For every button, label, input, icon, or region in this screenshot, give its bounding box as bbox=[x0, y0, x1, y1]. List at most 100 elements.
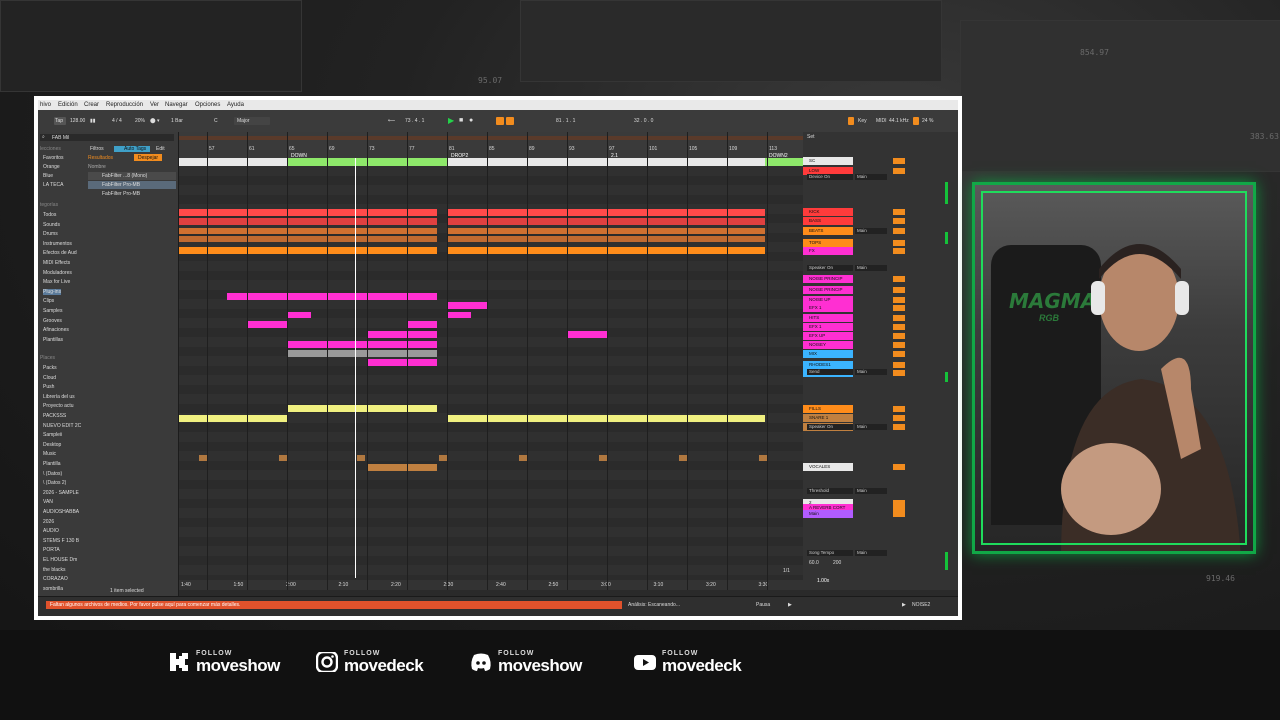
track-header[interactable]: NOISE PRINCIP bbox=[803, 286, 853, 294]
collection-item[interactable]: LA TECA bbox=[43, 182, 63, 188]
place-item[interactable]: CORAZAO bbox=[43, 576, 68, 582]
track-header[interactable]: FILLS bbox=[803, 405, 853, 413]
time-signature[interactable]: 4 / 4 bbox=[112, 117, 122, 125]
track-header[interactable]: SC bbox=[803, 157, 853, 165]
menu-edicion[interactable]: Edición bbox=[58, 102, 78, 108]
track-volume[interactable] bbox=[893, 464, 905, 470]
category-item[interactable]: Afinaciones bbox=[43, 327, 69, 333]
track-header[interactable]: SNARE 1 bbox=[803, 414, 853, 422]
menu-opciones[interactable]: Opciones bbox=[195, 102, 220, 108]
record-button[interactable]: ● bbox=[469, 117, 473, 125]
snare-clip[interactable] bbox=[519, 455, 527, 461]
clip[interactable] bbox=[447, 236, 765, 242]
track-volume[interactable] bbox=[893, 297, 905, 303]
clip[interactable] bbox=[447, 312, 471, 318]
clip[interactable] bbox=[447, 415, 765, 422]
track-header[interactable]: FX bbox=[803, 247, 853, 255]
speaker-on-select[interactable]: Speaker On bbox=[807, 265, 853, 271]
category-item[interactable]: Clips bbox=[43, 298, 54, 304]
midi-map-label[interactable]: MIDI bbox=[876, 117, 887, 125]
speaker-on-select[interactable]: Speaker On bbox=[807, 424, 853, 430]
clip[interactable] bbox=[179, 415, 287, 422]
clip[interactable] bbox=[447, 218, 765, 225]
place-item[interactable]: EL HOUSE Dm bbox=[43, 557, 77, 563]
category-item[interactable]: Efectos de Aud bbox=[43, 250, 77, 256]
key-map-label[interactable]: Key bbox=[858, 117, 867, 125]
output-select[interactable]: Main bbox=[855, 265, 887, 271]
menu-navegar[interactable]: Navegar bbox=[165, 102, 188, 108]
track-volume[interactable] bbox=[893, 158, 905, 164]
track-volume[interactable] bbox=[893, 362, 905, 368]
place-item[interactable]: PACKSSS bbox=[43, 413, 66, 419]
loop-brace[interactable] bbox=[765, 158, 803, 166]
stop-button[interactable]: ■ bbox=[459, 117, 463, 125]
track-volume[interactable] bbox=[893, 240, 905, 246]
metronome-icon[interactable]: ▮▮ bbox=[90, 117, 96, 125]
track-header[interactable]: BEATS bbox=[803, 227, 853, 235]
result-row[interactable]: FabFilter Pro-MB bbox=[88, 181, 176, 189]
track-volume[interactable] bbox=[893, 415, 905, 421]
play-small-icon[interactable]: ▶ bbox=[902, 602, 906, 608]
clip[interactable] bbox=[227, 293, 437, 300]
clip[interactable] bbox=[179, 209, 437, 216]
result-row[interactable]: FabFilter Pro-MB bbox=[88, 190, 176, 198]
play-small-icon[interactable]: ▶ bbox=[788, 602, 792, 608]
key-map-icon[interactable] bbox=[848, 117, 854, 125]
play-button[interactable]: ▶ bbox=[448, 117, 454, 125]
track-header[interactable]: NOISEY bbox=[803, 341, 853, 349]
track-header[interactable]: EFX 1 bbox=[803, 323, 853, 331]
category-item[interactable]: Samples bbox=[43, 308, 62, 314]
track-volume[interactable] bbox=[893, 168, 905, 174]
snare-clip[interactable] bbox=[759, 455, 767, 461]
snare-clip[interactable] bbox=[279, 455, 287, 461]
track-header[interactable]: BASS bbox=[803, 217, 853, 225]
place-item[interactable]: NUEVO EDIT 2C bbox=[43, 423, 81, 429]
place-item[interactable]: the blacks bbox=[43, 567, 66, 573]
locator-label[interactable]: 2.1 bbox=[611, 153, 618, 159]
category-item[interactable]: Plug-ins bbox=[43, 288, 62, 295]
clip[interactable] bbox=[367, 464, 437, 471]
track-volume[interactable] bbox=[893, 511, 905, 517]
track-header[interactable]: KICK bbox=[803, 208, 853, 216]
place-item[interactable]: Push bbox=[43, 384, 54, 390]
sc-clip-strip[interactable] bbox=[179, 158, 803, 166]
category-item[interactable]: Sounds bbox=[43, 222, 60, 228]
snare-clip[interactable] bbox=[599, 455, 607, 461]
track-header[interactable]: EFX 1 bbox=[803, 304, 853, 312]
result-row-selected[interactable]: FabFilter ...8 (Mono) bbox=[88, 172, 176, 180]
place-item[interactable]: Cloud bbox=[43, 375, 56, 381]
clip[interactable] bbox=[287, 312, 311, 318]
category-item[interactable]: MIDI Effects bbox=[43, 260, 70, 266]
follow-icon[interactable]: ⟵ bbox=[388, 117, 395, 125]
loop-start-field[interactable]: 81 . 1 . 1 bbox=[556, 117, 575, 125]
pause-button[interactable]: Pausa bbox=[756, 602, 770, 608]
collection-item[interactable]: Blue bbox=[43, 173, 53, 179]
menu-reproduccion[interactable]: Reproducción bbox=[106, 102, 143, 108]
position-field[interactable]: 73 . 4 . 1 bbox=[405, 117, 424, 125]
overview-strip[interactable] bbox=[179, 136, 803, 140]
time-ruler[interactable]: 1:40 1:50 2:00 2:10 2:20 2:30 2:40 2:50 3:00 3:10… bbox=[179, 580, 803, 590]
output-select[interactable]: Main bbox=[855, 550, 887, 556]
menu-ver[interactable]: Ver bbox=[150, 102, 159, 108]
overdub-icon[interactable] bbox=[506, 117, 514, 125]
place-item[interactable]: Music bbox=[43, 451, 56, 457]
track-volume[interactable] bbox=[893, 315, 905, 321]
track-volume[interactable] bbox=[893, 342, 905, 348]
category-item[interactable]: Moduladores bbox=[43, 270, 72, 276]
place-item[interactable]: sombrilla bbox=[43, 586, 63, 592]
clip[interactable] bbox=[407, 321, 437, 328]
place-item[interactable]: Plantilla bbox=[43, 461, 61, 467]
track-header[interactable]: NOISE UP bbox=[803, 296, 853, 304]
category-item[interactable]: Instrumentos bbox=[43, 241, 72, 247]
category-item[interactable]: Max for Live bbox=[43, 279, 70, 285]
clip[interactable] bbox=[367, 331, 437, 338]
locator-label[interactable]: DOWN bbox=[291, 153, 307, 159]
output-select[interactable]: Main bbox=[855, 174, 887, 180]
send-select[interactable]: Send bbox=[807, 369, 853, 375]
output-select[interactable]: Main bbox=[855, 488, 887, 494]
place-item[interactable]: PORTA bbox=[43, 547, 60, 553]
clip[interactable] bbox=[447, 247, 765, 254]
track-volume[interactable] bbox=[893, 406, 905, 412]
loop-length-field[interactable]: 32 . 0 . 0 bbox=[634, 117, 653, 125]
clear-button[interactable]: Despejar bbox=[134, 154, 162, 161]
